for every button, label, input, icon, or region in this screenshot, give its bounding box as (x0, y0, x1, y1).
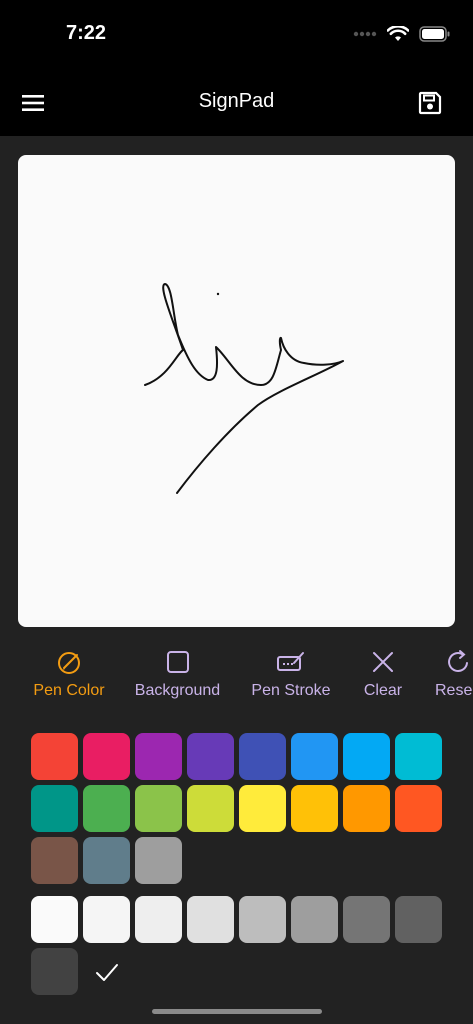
tool-pen-color[interactable]: Pen Color (27, 648, 111, 700)
color-swatch[interactable] (187, 785, 234, 832)
gray-swatch[interactable] (31, 896, 78, 943)
gray-swatch[interactable] (31, 948, 78, 995)
tool-reset-label: Rese (435, 682, 473, 699)
gray-swatch[interactable] (291, 896, 338, 943)
tool-pen-stroke[interactable]: Pen Stroke (248, 648, 334, 700)
color-swatch[interactable] (31, 837, 78, 884)
gray-swatch[interactable] (83, 896, 130, 943)
tool-background[interactable]: Background (130, 648, 225, 700)
save-icon (418, 91, 442, 115)
check-icon (94, 959, 120, 985)
gray-swatch[interactable] (239, 896, 286, 943)
color-swatch[interactable] (187, 733, 234, 780)
status-bar: 7:22 (0, 0, 473, 70)
gray-swatch[interactable] (187, 896, 234, 943)
color-swatch[interactable] (343, 733, 390, 780)
color-swatch[interactable] (83, 837, 130, 884)
tool-background-label: Background (134, 682, 221, 699)
color-swatch[interactable] (395, 785, 442, 832)
color-swatch[interactable] (83, 785, 130, 832)
color-swatch[interactable] (135, 785, 182, 832)
color-swatch[interactable] (83, 733, 130, 780)
background-icon (166, 651, 189, 673)
status-icons (353, 26, 451, 42)
app-title: SignPad (198, 90, 275, 112)
tool-clear[interactable]: Clear (357, 648, 409, 700)
tool-pen-stroke-label: Pen Stroke (251, 682, 331, 699)
color-swatch[interactable] (343, 785, 390, 832)
tool-pen-color-label: Pen Color (33, 682, 105, 699)
wifi-icon (387, 26, 409, 41)
color-swatch[interactable] (31, 785, 78, 832)
color-swatch[interactable] (135, 837, 182, 884)
signature-stroke (144, 283, 344, 494)
clear-icon (373, 652, 393, 672)
app-bar: SignPad (0, 70, 473, 136)
color-swatch[interactable] (395, 733, 442, 780)
pen-stroke-icon (277, 652, 304, 671)
color-swatch[interactable] (291, 785, 338, 832)
color-swatch[interactable] (291, 733, 338, 780)
gray-swatch[interactable] (343, 896, 390, 943)
tool-clear-label: Clear (363, 682, 403, 699)
color-swatch[interactable] (31, 733, 78, 780)
toolbar: Pen Color Background Pen Stroke Clear Re… (0, 648, 473, 708)
battery-icon (419, 26, 450, 42)
save-button[interactable] (417, 90, 443, 116)
gray-swatch[interactable] (395, 896, 442, 943)
signal-icon (353, 31, 377, 37)
pen-color-icon (58, 652, 80, 674)
gray-swatch[interactable] (135, 896, 182, 943)
color-swatch[interactable] (135, 733, 182, 780)
status-time: 7:22 (66, 22, 107, 44)
reset-icon (448, 650, 468, 672)
home-indicator[interactable] (152, 1009, 322, 1014)
signature-canvas[interactable] (18, 155, 455, 627)
tool-reset[interactable]: Rese (435, 648, 473, 700)
color-swatch[interactable] (239, 785, 286, 832)
color-swatch[interactable] (239, 733, 286, 780)
